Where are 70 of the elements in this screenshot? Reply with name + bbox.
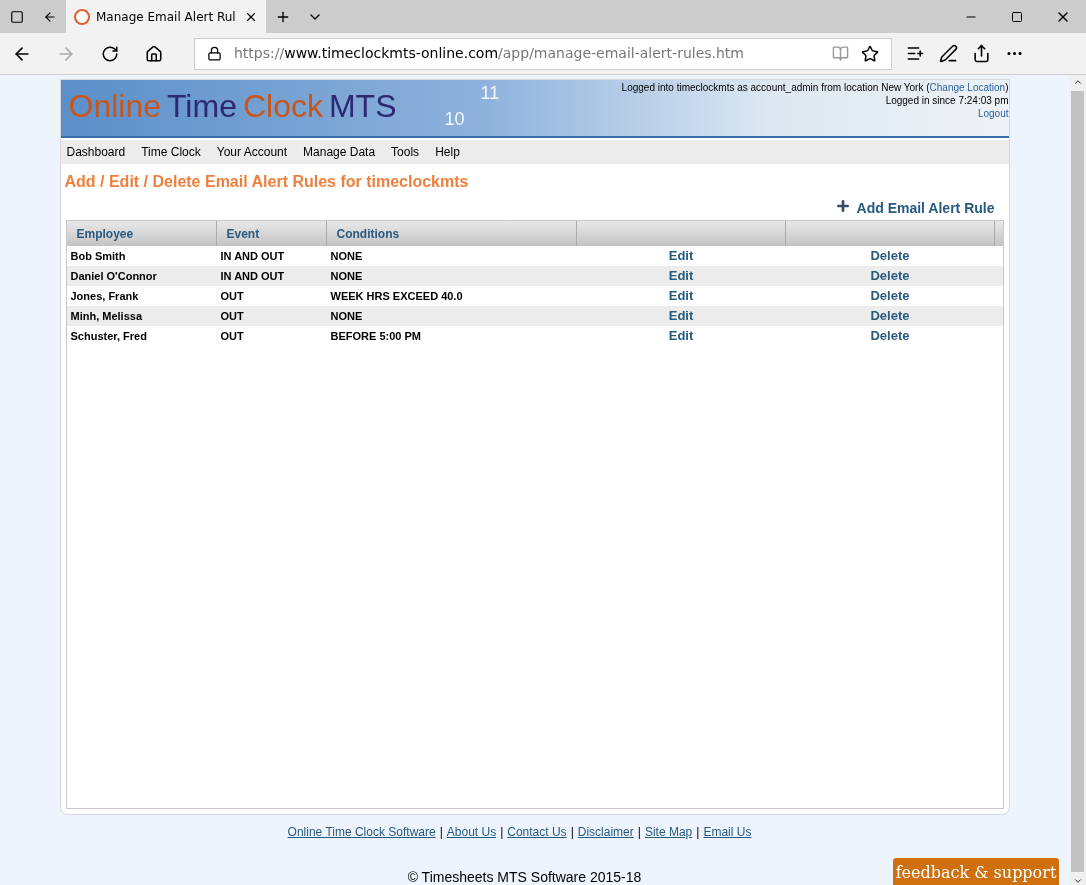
address-field[interactable]: https://www.timeclockmts-online.com/app/manage-email-alert-rules.htm bbox=[194, 37, 892, 70]
logo-word: Clock bbox=[242, 90, 323, 122]
url-text: https://www.timeclockmts-online.com/app/manage-email-alert-rules.htm bbox=[234, 44, 745, 63]
delete-link[interactable]: Delete bbox=[870, 266, 910, 286]
reading-view-icon[interactable] bbox=[832, 45, 849, 62]
login-status-text: Logged into timeclockmts as account_admin from location New York (Change Location) bbox=[621, 81, 1009, 94]
footer-link[interactable]: Contact Us bbox=[507, 823, 567, 841]
browser-tab[interactable]: Manage Email Alert Rul bbox=[66, 0, 266, 33]
footer-link[interactable]: Online Time Clock Software bbox=[287, 823, 436, 841]
footer-link[interactable]: Disclaimer bbox=[577, 823, 634, 841]
favorite-icon[interactable] bbox=[861, 44, 879, 63]
footer-link[interactable]: About Us bbox=[446, 823, 497, 841]
lock-icon bbox=[207, 46, 222, 61]
logo-word: Online bbox=[68, 90, 161, 122]
edit-link[interactable]: Edit bbox=[668, 326, 694, 346]
table-cell-text: Daniel O'Connor bbox=[69, 268, 158, 284]
favorites-list-icon[interactable] bbox=[906, 44, 925, 63]
logo-word: MTS bbox=[328, 90, 397, 122]
link-separator: | bbox=[439, 824, 443, 841]
table-cell-text: OUT bbox=[219, 308, 245, 324]
tab-title: Manage Email Alert Rul bbox=[96, 8, 237, 26]
table-cell-text: OUT bbox=[219, 328, 245, 344]
table-cell-text: NONE bbox=[329, 308, 364, 324]
feedback-button[interactable]: feedback & support bbox=[893, 858, 1059, 885]
table-cell-text: OUT bbox=[219, 288, 245, 304]
edit-link[interactable]: Edit bbox=[668, 286, 694, 306]
pen-icon[interactable] bbox=[939, 44, 958, 63]
nav-menu-item[interactable]: Tools bbox=[391, 143, 420, 161]
clock-numeral: 11 bbox=[480, 82, 500, 104]
logout-link[interactable]: Logout bbox=[977, 107, 1009, 120]
add-rule-link[interactable]: Add Email Alert Rule bbox=[856, 198, 995, 219]
copyright-text: © Timesheets MTS Software 2015-18 bbox=[407, 868, 642, 885]
site-favicon-icon bbox=[74, 8, 90, 25]
link-separator: | bbox=[637, 824, 641, 841]
login-time-text: Logged in since 7:24:03 pm bbox=[885, 94, 1009, 107]
page-title: Add / Edit / Delete Email Alert Rules for timeclockmts bbox=[63, 172, 470, 192]
link-separator: | bbox=[500, 824, 504, 841]
nav-menu-item[interactable]: Help bbox=[435, 143, 460, 161]
table-cell-text: Schuster, Fred bbox=[69, 328, 148, 344]
delete-link[interactable]: Delete bbox=[870, 326, 910, 346]
clock-numeral: 10 bbox=[444, 108, 466, 130]
delete-link[interactable]: Delete bbox=[870, 306, 910, 326]
table-cell-text: NONE bbox=[329, 248, 364, 264]
table-cell-text: IN AND OUT bbox=[219, 248, 286, 264]
nav-menu-item[interactable]: Manage Data bbox=[303, 143, 376, 161]
link-separator: | bbox=[696, 824, 700, 841]
link-separator: | bbox=[570, 824, 574, 841]
logo-word: Time bbox=[167, 90, 237, 122]
footer-link[interactable]: Site Map bbox=[644, 823, 693, 841]
table-cell-text: Minh, Melissa bbox=[69, 308, 144, 324]
table-cell-text: Jones, Frank bbox=[69, 288, 140, 304]
edit-link[interactable]: Edit bbox=[668, 266, 694, 286]
table-cell-text: WEEK HRS EXCEED 40.0 bbox=[329, 288, 464, 304]
table-cell-text: IN AND OUT bbox=[219, 268, 286, 284]
table-cell-text: BEFORE 5:00 PM bbox=[329, 328, 422, 344]
nav-menu-item[interactable]: Time Clock bbox=[141, 143, 201, 161]
nav-menu-item[interactable]: Your Account bbox=[216, 143, 288, 161]
share-icon[interactable] bbox=[972, 44, 991, 63]
delete-link[interactable]: Delete bbox=[870, 246, 910, 266]
plus-icon bbox=[834, 197, 851, 214]
nav-menu-item[interactable]: Dashboard bbox=[66, 143, 126, 161]
footer-link[interactable]: Email Us bbox=[703, 823, 752, 841]
scroll-up-icon[interactable] bbox=[1072, 77, 1083, 87]
edit-link[interactable]: Edit bbox=[668, 306, 694, 326]
edit-link[interactable]: Edit bbox=[668, 246, 694, 266]
scroll-down-icon[interactable] bbox=[1072, 876, 1083, 885]
table-cell-text: NONE bbox=[329, 268, 364, 284]
scroll-thumb[interactable] bbox=[1071, 91, 1084, 872]
delete-link[interactable]: Delete bbox=[870, 286, 910, 306]
table-cell-text: Bob Smith bbox=[69, 248, 127, 264]
